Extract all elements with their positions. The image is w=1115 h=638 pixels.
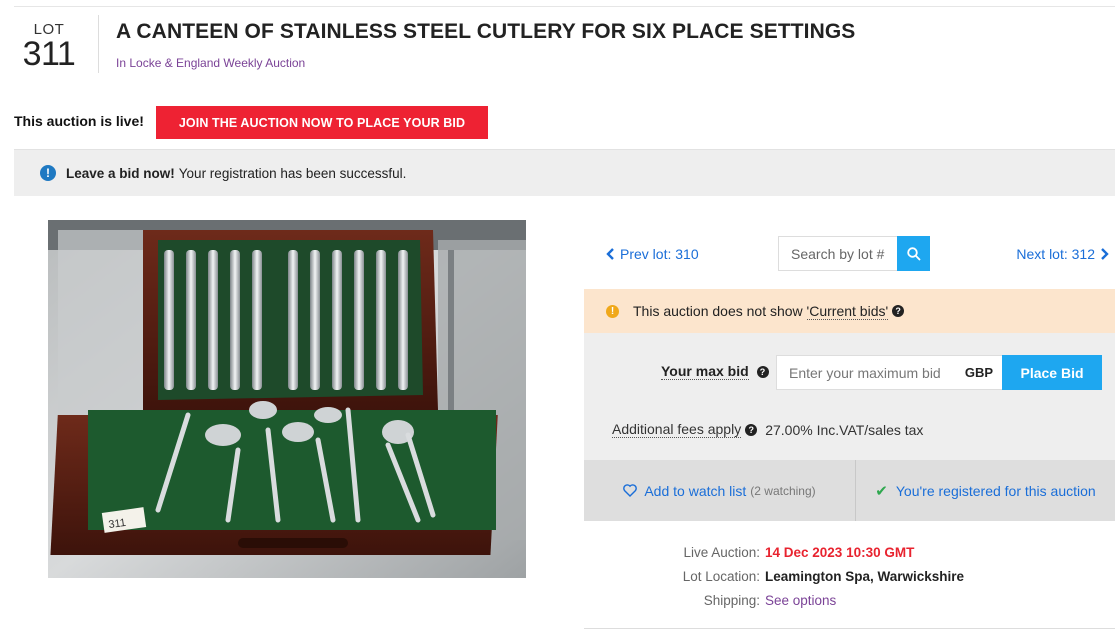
lot-divider bbox=[98, 15, 99, 73]
prev-lot-label: Prev lot: 310 bbox=[620, 246, 699, 262]
join-auction-button[interactable]: JOIN THE AUCTION NOW TO PLACE YOUR BID bbox=[156, 106, 488, 139]
registered-status[interactable]: ✔ You're registered for this auction bbox=[856, 460, 1115, 521]
info-row-live-auction: Live Auction: 14 Dec 2023 10:30 GMT bbox=[584, 540, 1115, 564]
info-key: Lot Location: bbox=[682, 568, 760, 584]
fees-row: Additional fees apply ? 27.00% Inc.VAT/s… bbox=[612, 421, 923, 438]
max-bid-label: Your max bid ? bbox=[661, 363, 769, 380]
info-row-shipping: Shipping: See options bbox=[584, 588, 1115, 612]
max-bid-input[interactable] bbox=[776, 355, 956, 390]
lot-location: Leamington Spa, Warwickshire bbox=[765, 568, 965, 584]
lot-search bbox=[778, 236, 930, 271]
next-lot-label: Next lot: 312 bbox=[1016, 246, 1095, 262]
action-row: Add to watch list (2 watching) ✔ You're … bbox=[584, 460, 1115, 521]
help-icon[interactable]: ? bbox=[892, 305, 905, 317]
max-bid-label-text: Your max bid bbox=[661, 363, 749, 380]
info-icon: ! bbox=[40, 165, 56, 181]
check-icon: ✔ bbox=[875, 482, 888, 500]
max-bid-help-icon[interactable]: ? bbox=[756, 366, 769, 379]
fees-help-icon[interactable]: ? bbox=[745, 423, 758, 436]
info-key: Shipping: bbox=[703, 592, 760, 608]
live-auction-date: 14 Dec 2023 10:30 GMT bbox=[765, 544, 915, 560]
registration-notice: ! Leave a bid now! Your registration has… bbox=[14, 149, 1115, 196]
current-bids-link[interactable]: 'Current bids' bbox=[806, 303, 889, 320]
notice-bold: Leave a bid now! bbox=[66, 165, 175, 181]
auction-info: Live Auction: 14 Dec 2023 10:30 GMT Lot … bbox=[584, 540, 1115, 612]
lot-number-box: LOT 311 bbox=[14, 22, 84, 71]
bottom-divider bbox=[584, 628, 1115, 629]
max-bid-group: GBP Place Bid bbox=[776, 355, 1102, 390]
notice-text: Your registration has been successful. bbox=[178, 165, 407, 181]
next-lot-link[interactable]: Next lot: 312 bbox=[1016, 246, 1109, 262]
cutlery-canteen-photo: 311 bbox=[48, 220, 526, 578]
watch-count: (2 watching) bbox=[750, 483, 816, 498]
current-bids-warning: ! This auction does not show 'Current bi… bbox=[584, 289, 1115, 333]
watch-label: Add to watch list bbox=[644, 482, 747, 499]
auction-link[interactable]: In Locke & England Weekly Auction bbox=[116, 56, 305, 70]
bid-panel: Your max bid ? GBP Place Bid Additional … bbox=[584, 333, 1115, 460]
lot-search-button[interactable] bbox=[897, 236, 930, 271]
prev-lot-link[interactable]: Prev lot: 310 bbox=[606, 246, 699, 262]
search-icon bbox=[906, 246, 921, 261]
live-status-text: This auction is live! bbox=[14, 113, 144, 129]
current-bids-prefix: This auction does not show bbox=[633, 303, 807, 319]
top-divider bbox=[14, 6, 1115, 7]
lot-search-input[interactable] bbox=[778, 236, 897, 271]
registered-label: You're registered for this auction bbox=[895, 482, 1096, 499]
warning-icon: ! bbox=[606, 304, 619, 318]
add-to-watchlist-button[interactable]: Add to watch list (2 watching) bbox=[584, 460, 856, 521]
info-key: Live Auction: bbox=[683, 544, 760, 560]
place-bid-button[interactable]: Place Bid bbox=[1002, 355, 1102, 390]
currency-label: GBP bbox=[956, 355, 1002, 390]
fees-value: 27.00% Inc.VAT/sales tax bbox=[765, 421, 924, 438]
page-title: A CANTEEN OF STAINLESS STEEL CUTLERY FOR… bbox=[116, 20, 856, 43]
info-row-location: Lot Location: Leamington Spa, Warwickshi… bbox=[584, 564, 1115, 588]
lot-number: 311 bbox=[22, 35, 76, 73]
chevron-left-icon bbox=[606, 248, 614, 260]
shipping-options-link[interactable]: See options bbox=[765, 593, 836, 608]
lot-image[interactable]: 311 bbox=[48, 220, 526, 578]
heart-icon bbox=[623, 484, 638, 497]
chevron-right-icon bbox=[1101, 248, 1109, 260]
fees-label[interactable]: Additional fees apply bbox=[612, 421, 742, 438]
lot-tag-text: 311 bbox=[108, 517, 127, 531]
